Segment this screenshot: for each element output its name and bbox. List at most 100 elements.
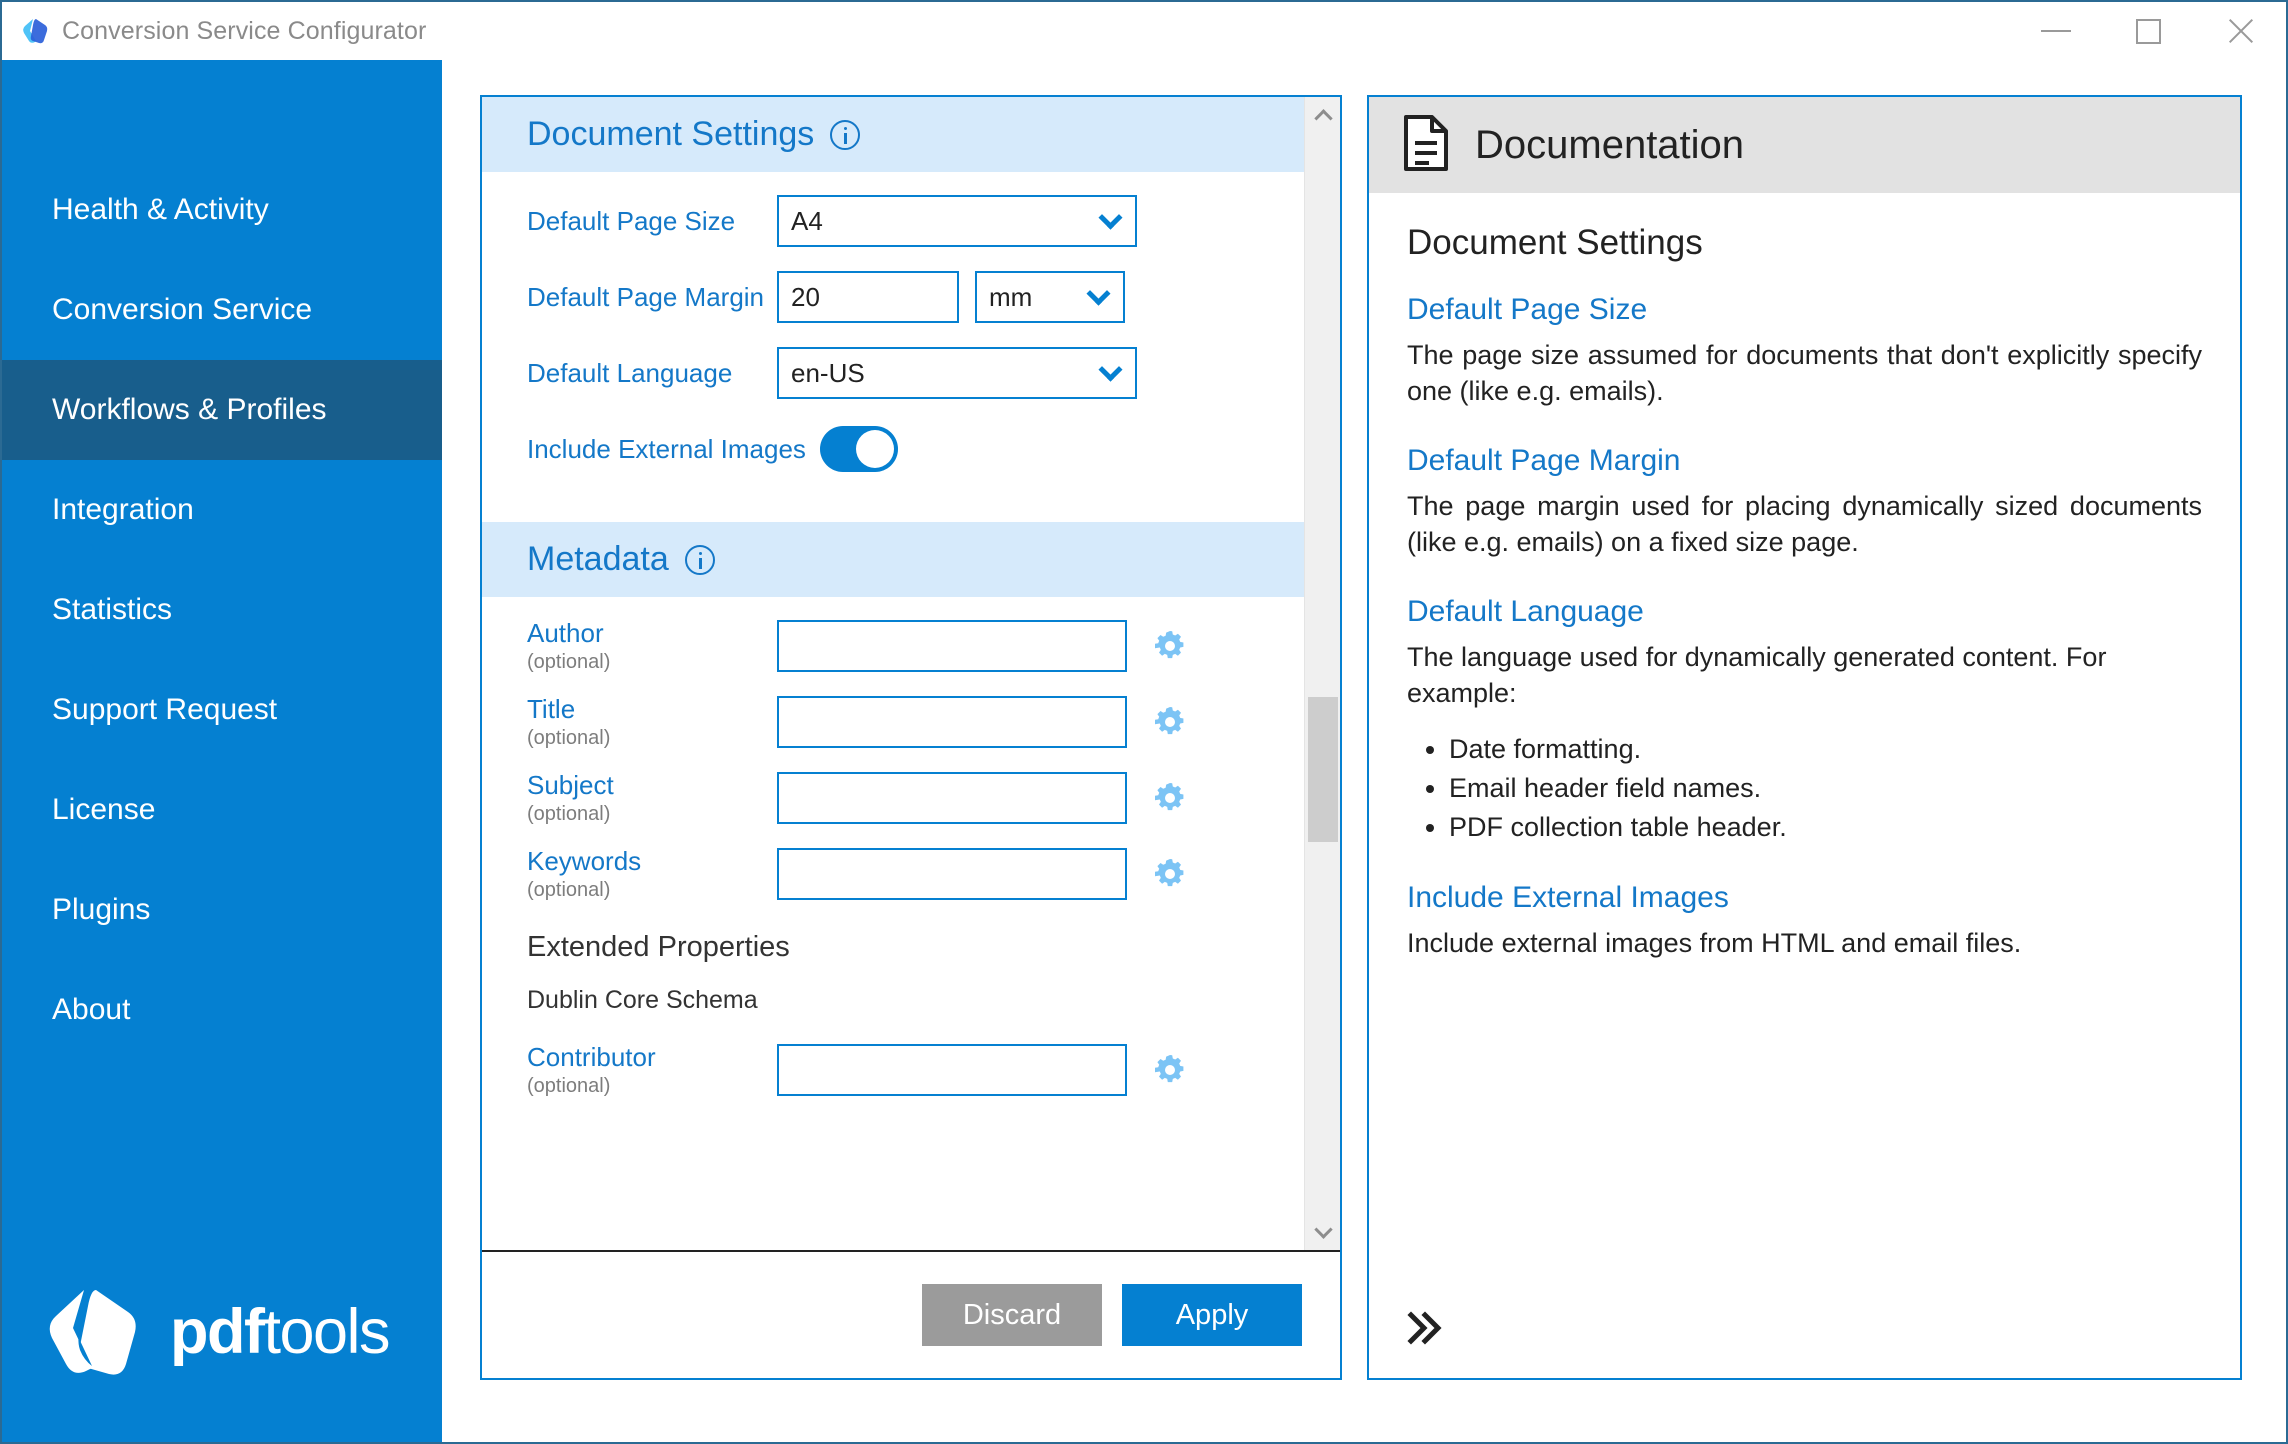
metadata-body: Author (optional) Title (optional) [482,597,1304,1143]
doc-text-default-language: The language used for dynamically genera… [1407,639,2202,712]
title-input[interactable] [777,696,1127,748]
scroll-down-button[interactable] [1305,1214,1340,1250]
doc-link-default-page-size[interactable]: Default Page Size [1407,293,2202,327]
scrollbar-thumb[interactable] [1308,697,1338,842]
sidebar-item-statistics[interactable]: Statistics [2,560,442,660]
author-input[interactable] [777,620,1127,672]
field-label-text: Subject [527,770,614,800]
field-optional-note: (optional) [527,803,777,826]
sidebar-item-conversion-service[interactable]: Conversion Service [2,260,442,360]
sidebar-item-label: Health & Activity [52,193,269,227]
field-default-page-margin: Default Page Margin mm [527,266,1259,328]
brand-bold: pdf [170,1297,263,1367]
info-icon[interactable] [830,120,860,150]
minimize-icon [2041,30,2071,32]
default-page-margin-unit-value: mm [989,282,1032,313]
apply-button[interactable]: Apply [1122,1284,1302,1346]
default-language-select[interactable]: en-US [777,347,1137,399]
include-external-images-toggle[interactable] [820,426,898,472]
settings-footer: Discard Apply [482,1250,1340,1378]
doc-text-default-page-margin: The page margin used for placing dynamic… [1407,488,2202,561]
gear-icon[interactable] [1153,781,1187,815]
scroll-up-button[interactable] [1305,97,1340,133]
sidebar-item-support-request[interactable]: Support Request [2,660,442,760]
document-icon [1403,115,1449,176]
pdftools-logo-icon [40,1280,144,1384]
sidebar-item-label: Integration [52,493,194,527]
sidebar-item-license[interactable]: License [2,760,442,860]
brand-logo: pdftools [40,1280,389,1384]
default-page-margin-input[interactable] [777,271,959,323]
maximize-button[interactable] [2102,2,2194,60]
field-title: Title (optional) [527,691,1259,753]
metadata-title: Metadata [527,540,669,579]
chevron-down-icon [1098,358,1122,382]
doc-link-default-language[interactable]: Default Language [1407,595,2202,629]
keywords-input[interactable] [777,848,1127,900]
subject-input[interactable] [777,772,1127,824]
sidebar-item-about[interactable]: About [2,960,442,1060]
brand-wordmark: pdftools [170,1296,389,1368]
field-label: Title (optional) [527,694,777,750]
sidebar-item-health-activity[interactable]: Health & Activity [2,160,442,260]
sidebar-item-label: Plugins [52,893,150,927]
discard-button[interactable]: Discard [922,1284,1102,1346]
sidebar-item-label: Workflows & Profiles [52,393,327,427]
minimize-button[interactable] [2010,2,2102,60]
dublin-core-schema-heading: Dublin Core Schema [527,986,1259,1015]
field-contributor: Contributor (optional) [527,1039,1259,1101]
field-author: Author (optional) [527,615,1259,677]
default-page-margin-unit-select[interactable]: mm [975,271,1125,323]
field-default-language: Default Language en-US [527,342,1259,404]
documentation-title: Documentation [1475,123,1744,168]
default-page-size-select[interactable]: A4 [777,195,1137,247]
contributor-input[interactable] [777,1044,1127,1096]
info-icon[interactable] [685,545,715,575]
sidebar-item-label: Statistics [52,593,172,627]
sidebar-item-label: About [52,993,130,1027]
field-keywords: Keywords (optional) [527,843,1259,905]
sidebar-item-integration[interactable]: Integration [2,460,442,560]
field-label: Subject (optional) [527,770,777,826]
app-logo-icon [20,16,50,46]
document-settings-header: Document Settings [482,97,1304,172]
default-language-value: en-US [791,358,865,389]
field-label: Author (optional) [527,618,777,674]
field-include-external-images: Include External Images [527,418,1259,480]
double-chevron-right-icon[interactable] [1401,1306,1445,1350]
gear-icon[interactable] [1153,1053,1187,1087]
doc-text-include-external-images: Include external images from HTML and em… [1407,925,2202,961]
field-label: Default Page Margin [527,282,777,313]
title-bar: Conversion Service Configurator [2,2,2286,60]
field-label-text: Keywords [527,846,641,876]
sidebar-item-label: License [52,793,155,827]
sidebar-item-plugins[interactable]: Plugins [2,860,442,960]
chevron-down-icon [1098,206,1122,230]
metadata-header: Metadata [482,522,1304,597]
extended-properties-heading: Extended Properties [527,931,1259,964]
field-optional-note: (optional) [527,879,777,902]
gear-icon[interactable] [1153,857,1187,891]
field-subject: Subject (optional) [527,767,1259,829]
gear-icon[interactable] [1153,629,1187,663]
settings-scrollbar[interactable] [1304,97,1340,1250]
field-default-page-size: Default Page Size A4 [527,190,1259,252]
documentation-section-title: Document Settings [1407,223,2202,263]
field-label-text: Contributor [527,1042,656,1072]
sidebar-item-label: Support Request [52,693,277,727]
sidebar-item-workflows-profiles[interactable]: Workflows & Profiles [2,360,442,460]
settings-scroll-area: Document Settings Default Page Size A4 D… [482,97,1340,1250]
doc-link-default-page-margin[interactable]: Default Page Margin [1407,444,2202,478]
sidebar: Health & Activity Conversion Service Wor… [2,60,442,1442]
sidebar-nav: Health & Activity Conversion Service Wor… [2,60,442,1060]
field-optional-note: (optional) [527,651,777,674]
documentation-body: Document Settings Default Page Size The … [1369,193,2240,1278]
settings-content: Document Settings Default Page Size A4 D… [482,97,1304,1250]
field-label: Default Language [527,358,777,389]
documentation-header: Documentation [1369,97,2240,193]
close-button[interactable] [2194,2,2286,60]
gear-icon[interactable] [1153,705,1187,739]
doc-text-default-page-size: The page size assumed for documents that… [1407,337,2202,410]
field-label-text: Title [527,694,575,724]
doc-link-include-external-images[interactable]: Include External Images [1407,881,2202,915]
